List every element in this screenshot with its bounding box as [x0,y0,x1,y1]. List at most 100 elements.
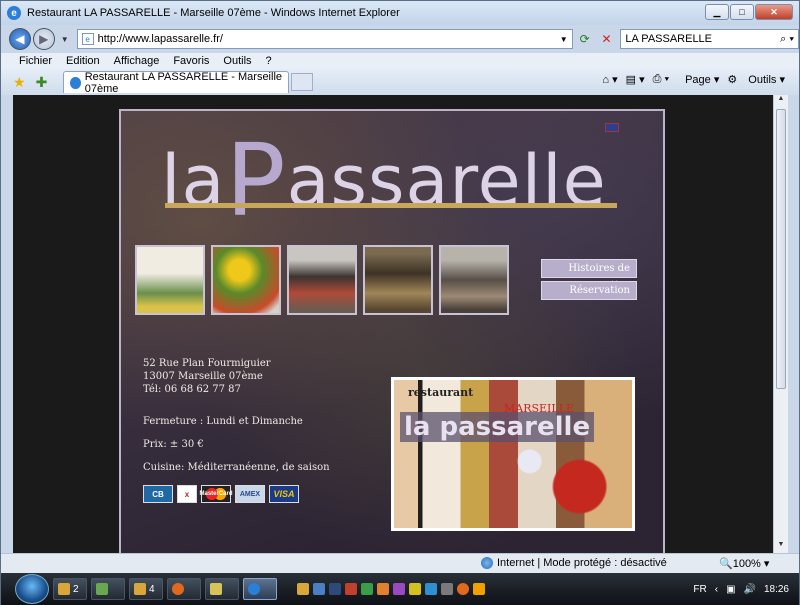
quicklaunch-icon[interactable] [329,583,341,595]
window-title: Restaurant LA PASSARELLE - Marseille 07è… [27,7,400,19]
tools-menu[interactable]: ⚙ Outils ▾ [727,73,785,86]
search-text[interactable]: LA PASSARELLE [625,33,780,45]
taskbar-item-3[interactable]: 4 [129,578,163,600]
scrollbar-thumb[interactable] [776,109,786,389]
quicklaunch-icon[interactable] [313,583,325,595]
menu-favoris[interactable]: Favoris [173,55,209,67]
tab-bar: ★ ✚ Restaurant LA PASSARELLE - Marseille… [1,69,799,95]
add-favorite-icon[interactable]: ✚ [36,74,48,91]
taskbar-item-1[interactable]: 2 [53,578,87,600]
volume-icon[interactable]: 🔊 [744,584,756,595]
language-indicator[interactable]: FR [693,584,706,595]
zoom-level[interactable]: 🔍100% ▾ [719,557,769,570]
page-menu-label: Page [685,74,711,86]
taskbar-item-2[interactable] [91,578,125,600]
firefox-icon [172,583,184,595]
refresh-icon[interactable]: ⟳ [575,29,595,49]
tray-arrow-icon[interactable]: ‹ [715,584,718,595]
url-field[interactable]: e http://www.lapassarelle.fr/ ▼ [76,29,573,49]
address-city: 13007 Marseille 07ème [143,371,263,382]
search-field[interactable]: LA PASSARELLE ⌕ ▾ [620,29,800,49]
poster-name-text: la passarelle [400,412,595,442]
gallery-photo-3[interactable] [287,245,357,315]
gallery-photo-2[interactable] [211,245,281,315]
maximize-icon[interactable]: □ [730,4,754,20]
menu-bar: Fichier Edition Affichage Favoris Outils… [1,53,799,69]
cb-card-icon: CB [143,485,173,503]
address-bar: ◀ ▶ ▼ e http://www.lapassarelle.fr/ ▼ ⟳ … [1,25,800,53]
page-menu[interactable]: Page ▾ [677,73,719,86]
price-info: Prix: ± 30 € [143,439,204,450]
forward-button[interactable]: ▶ [32,28,55,50]
search-icon[interactable]: ⌕ ▾ [780,33,794,46]
logo-p: P [225,122,287,239]
vertical-scrollbar[interactable]: ▲ ▼ [773,95,788,553]
security-zone[interactable]: Internet | Mode protégé : désactivé [481,557,667,569]
taskbar-item-ie[interactable] [243,578,277,600]
quicklaunch-icon[interactable] [361,583,373,595]
zone-text: Internet | Mode protégé : désactivé [497,557,667,569]
ie-icon [248,583,260,595]
feeds-icon[interactable]: ▤ ▾ [626,73,645,86]
menu-fichier[interactable]: Fichier [19,55,52,67]
start-button[interactable] [15,574,49,604]
quicklaunch-icon[interactable] [425,583,437,595]
quicklaunch-icon[interactable] [441,583,453,595]
scroll-down-icon[interactable]: ▼ [774,541,788,553]
app-icon [210,583,222,595]
menu-help[interactable]: ? [266,55,272,67]
taskbar-item-5[interactable] [205,578,239,600]
restaurant-poster-image: restaurant MARSEILLE la passarelle [391,377,635,531]
gallery-photo-5[interactable] [439,245,509,315]
menu-affichage[interactable]: Affichage [114,55,160,67]
window-controls: ▁ □ ✕ [704,4,793,20]
closing-days: Fermeture : Lundi et Dimanche [143,416,303,427]
address-block: 52 Rue Plan Fourmiguier 13007 Marseille … [143,357,271,396]
url-text[interactable]: http://www.lapassarelle.fr/ [98,33,560,45]
payment-cards: CB x MasterCard AMEX VISA [143,485,303,503]
quicklaunch-icon[interactable] [393,583,405,595]
menu-outils[interactable]: Outils [223,55,251,67]
favorites-star-icon[interactable]: ★ [13,74,26,91]
network-icon[interactable]: ▣ [726,584,735,595]
app-icon [96,583,108,595]
scroll-up-icon[interactable]: ▲ [774,95,788,107]
quicklaunch-icon[interactable] [297,583,309,595]
new-tab-button[interactable] [291,73,314,91]
taskbar-item-1-label: 2 [73,583,79,595]
taskbar: 2 4 FR ‹ ▣ 🔊 18:26 [1,573,799,605]
quicklaunch-icon[interactable] [457,583,469,595]
cuisine-info: Cuisine: Méditerranéenne, de saison [143,462,330,473]
close-icon[interactable]: ✕ [755,4,793,20]
logo-underline [165,203,617,208]
minimize-icon[interactable]: ▁ [705,4,729,20]
quick-launch [297,583,489,595]
quicklaunch-icon[interactable] [409,583,421,595]
globe-icon [481,557,493,569]
quicklaunch-icon[interactable] [473,583,485,595]
reservation-button[interactable]: Réservation [541,281,637,300]
taskbar-item-4[interactable] [167,578,201,600]
photo-gallery [135,245,515,315]
restaurant-site: laPassarelle Histoires de recettes Réser… [119,109,665,553]
back-button[interactable]: ◀ [9,28,31,50]
home-icon[interactable]: ⌂ ▾ [602,73,617,86]
history-dropdown-icon[interactable]: ▼ [61,35,69,44]
taskbar-item-3-label: 4 [149,583,155,595]
menu-edition[interactable]: Edition [66,55,100,67]
quicklaunch-icon[interactable] [345,583,357,595]
stop-icon[interactable]: ✕ [597,29,617,49]
broken-image-icon: x [177,485,197,503]
url-dropdown-icon[interactable]: ▼ [560,35,568,44]
recipes-button[interactable]: Histoires de recettes [541,259,637,291]
gallery-photo-1[interactable] [135,245,205,315]
amex-card-icon: AMEX [235,485,265,503]
zoom-text: 100% [732,558,761,570]
clock[interactable]: 18:26 [764,584,789,595]
tab-restaurant[interactable]: Restaurant LA PASSARELLE - Marseille 07è… [63,71,290,95]
english-flag-icon[interactable] [605,123,619,132]
gallery-photo-4[interactable] [363,245,433,315]
print-icon[interactable]: ⎙ ▾ [653,73,669,86]
quicklaunch-icon[interactable] [377,583,389,595]
system-tray: FR ‹ ▣ 🔊 18:26 [685,573,789,605]
